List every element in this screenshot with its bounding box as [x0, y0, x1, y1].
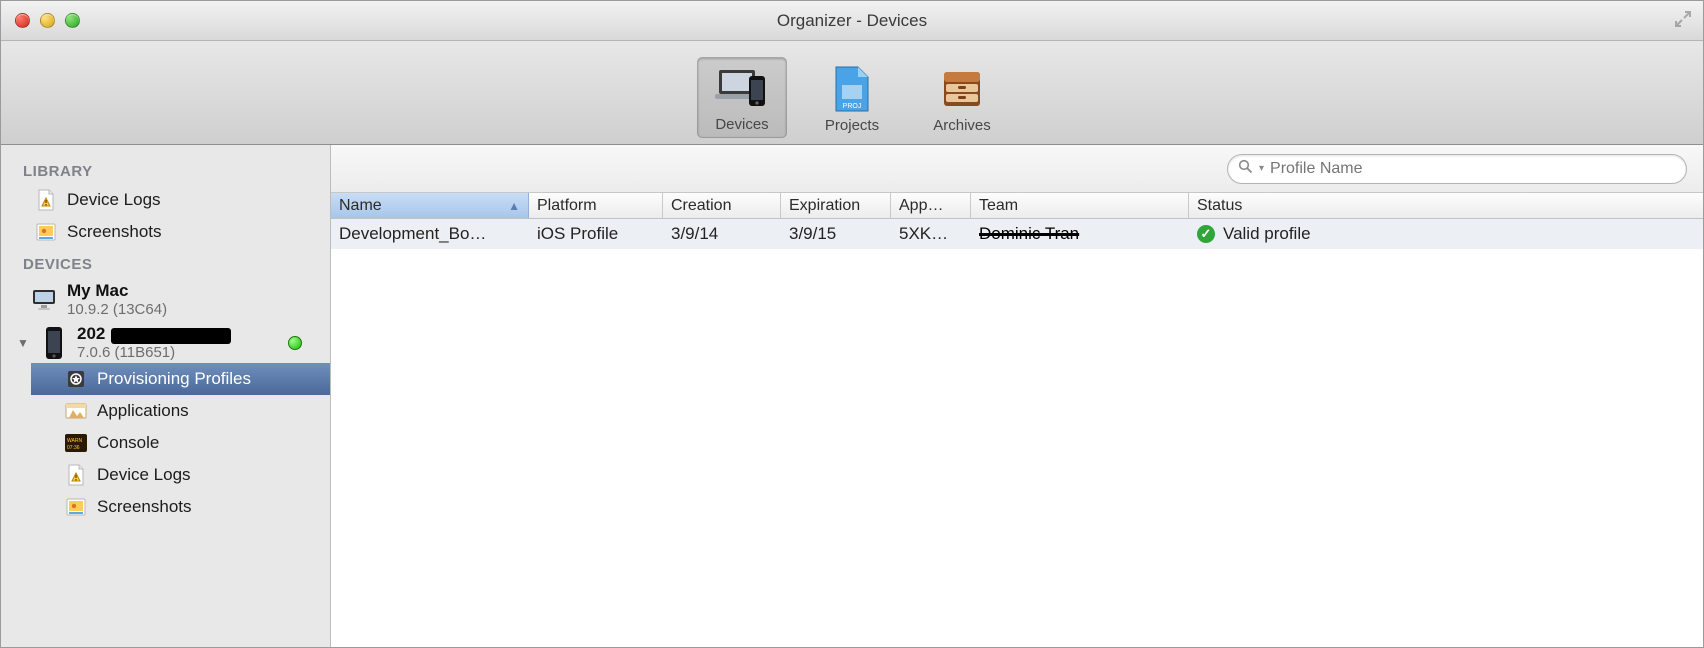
tab-devices[interactable]: Devices: [697, 57, 787, 138]
cell-status: ✓ Valid profile: [1189, 224, 1703, 244]
applications-icon: [65, 400, 87, 422]
device-subtitle: 7.0.6 (11B651): [77, 344, 231, 361]
sidebar-item-screenshots-2[interactable]: Screenshots: [31, 491, 330, 523]
profile-icon: [65, 368, 87, 390]
sidebar-item-label: Applications: [97, 401, 189, 421]
main-panel: ▾ Name ▲ Platform Creation Expiration Ap…: [331, 145, 1703, 647]
window-title: Organizer - Devices: [1, 11, 1703, 31]
disclosure-triangle-icon[interactable]: ▼: [17, 336, 29, 350]
device-subitems: Provisioning Profiles Applications WARN0…: [1, 363, 330, 523]
column-label: App…: [899, 197, 943, 215]
sidebar-item-label: Screenshots: [97, 497, 192, 517]
redacted-text: [111, 328, 231, 344]
search-field[interactable]: ▾: [1227, 154, 1687, 184]
devices-header: DEVICES: [1, 248, 330, 277]
minimize-window-button[interactable]: [40, 13, 55, 28]
column-creation[interactable]: Creation: [663, 193, 781, 218]
device-name: 202: [77, 324, 231, 344]
devices-icon: [715, 64, 769, 112]
fullscreen-icon[interactable]: [1673, 9, 1693, 29]
sidebar-item-label: Provisioning Profiles: [97, 369, 251, 389]
archives-icon: [935, 65, 989, 113]
zoom-window-button[interactable]: [65, 13, 80, 28]
column-expiration[interactable]: Expiration: [781, 193, 891, 218]
sidebar-item-label: Console: [97, 433, 159, 453]
imac-icon: [31, 283, 57, 317]
table-header: Name ▲ Platform Creation Expiration App……: [331, 193, 1703, 219]
device-online-indicator-icon: [288, 336, 302, 350]
sidebar-item-console[interactable]: WARN07:36 Console: [31, 427, 330, 459]
table-row[interactable]: Development_Bo… iOS Profile 3/9/14 3/9/1…: [331, 219, 1703, 249]
svg-text:WARN: WARN: [67, 438, 82, 444]
cell-platform: iOS Profile: [529, 224, 663, 244]
screenshot-icon: [65, 496, 87, 518]
column-label: Status: [1197, 197, 1242, 215]
column-label: Name: [339, 197, 382, 215]
redacted-team-text: Dominic Tran: [979, 224, 1079, 243]
cell-creation: 3/9/14: [663, 224, 781, 244]
column-name[interactable]: Name ▲: [331, 193, 529, 218]
sort-ascending-icon: ▲: [508, 199, 520, 213]
tab-projects[interactable]: PROJ Projects: [807, 59, 897, 138]
sidebar-item-applications[interactable]: Applications: [31, 395, 330, 427]
search-input[interactable]: [1270, 160, 1676, 178]
search-icon: [1238, 159, 1253, 179]
column-team[interactable]: Team: [971, 193, 1189, 218]
column-label: Platform: [537, 197, 597, 215]
svg-text:07:36: 07:36: [67, 445, 80, 451]
search-dropdown-icon[interactable]: ▾: [1259, 163, 1264, 174]
column-label: Expiration: [789, 197, 860, 215]
column-label: Creation: [671, 197, 731, 215]
library-header: LIBRARY: [1, 155, 330, 184]
device-subtitle: 10.9.2 (13C64): [67, 301, 167, 318]
tab-devices-label: Devices: [715, 116, 768, 133]
cell-app: 5XK…: [891, 224, 971, 244]
column-status[interactable]: Status: [1189, 193, 1703, 218]
tab-archives-label: Archives: [933, 117, 991, 134]
cell-expiration: 3/9/15: [781, 224, 891, 244]
console-icon: WARN07:36: [65, 432, 87, 454]
table-body: Development_Bo… iOS Profile 3/9/14 3/9/1…: [331, 219, 1703, 249]
valid-check-icon: ✓: [1197, 225, 1215, 243]
sidebar-item-label: Device Logs: [97, 465, 191, 485]
sidebar-item-screenshots[interactable]: Screenshots: [1, 216, 330, 248]
titlebar: Organizer - Devices: [1, 1, 1703, 41]
status-label: Valid profile: [1223, 224, 1311, 244]
sidebar-device-iphone[interactable]: ▼ 202 7.0.6 (11B651): [1, 320, 330, 363]
column-platform[interactable]: Platform: [529, 193, 663, 218]
tab-projects-label: Projects: [825, 117, 879, 134]
cell-name: Development_Bo…: [331, 224, 529, 244]
sidebar-item-device-logs[interactable]: Device Logs: [1, 184, 330, 216]
close-window-button[interactable]: [15, 13, 30, 28]
column-label: Team: [979, 197, 1018, 215]
sidebar: LIBRARY Device Logs Screenshots DEVICES: [1, 145, 331, 647]
content: LIBRARY Device Logs Screenshots DEVICES: [1, 145, 1703, 647]
warning-doc-icon: [65, 464, 87, 486]
search-bar: ▾: [331, 145, 1703, 193]
device-name-prefix: 202: [77, 324, 105, 344]
sidebar-item-label: Screenshots: [67, 222, 162, 242]
sidebar-item-provisioning-profiles[interactable]: Provisioning Profiles: [31, 363, 330, 395]
svg-text:PROJ: PROJ: [843, 103, 862, 110]
organizer-window: Organizer - Devices Devices: [0, 0, 1704, 648]
warning-doc-icon: [35, 189, 57, 211]
window-controls: [1, 13, 80, 28]
cell-team: Dominic Tran: [971, 224, 1189, 244]
tab-archives[interactable]: Archives: [917, 59, 1007, 138]
sidebar-item-label: Device Logs: [67, 190, 161, 210]
toolbar: Devices PROJ Projects: [1, 41, 1703, 145]
screenshot-icon: [35, 221, 57, 243]
device-name: My Mac: [67, 281, 167, 301]
column-app[interactable]: App…: [891, 193, 971, 218]
iphone-icon: [41, 326, 67, 360]
sidebar-device-mac[interactable]: My Mac 10.9.2 (13C64): [1, 277, 330, 320]
projects-icon: PROJ: [825, 65, 879, 113]
sidebar-item-device-logs-2[interactable]: Device Logs: [31, 459, 330, 491]
